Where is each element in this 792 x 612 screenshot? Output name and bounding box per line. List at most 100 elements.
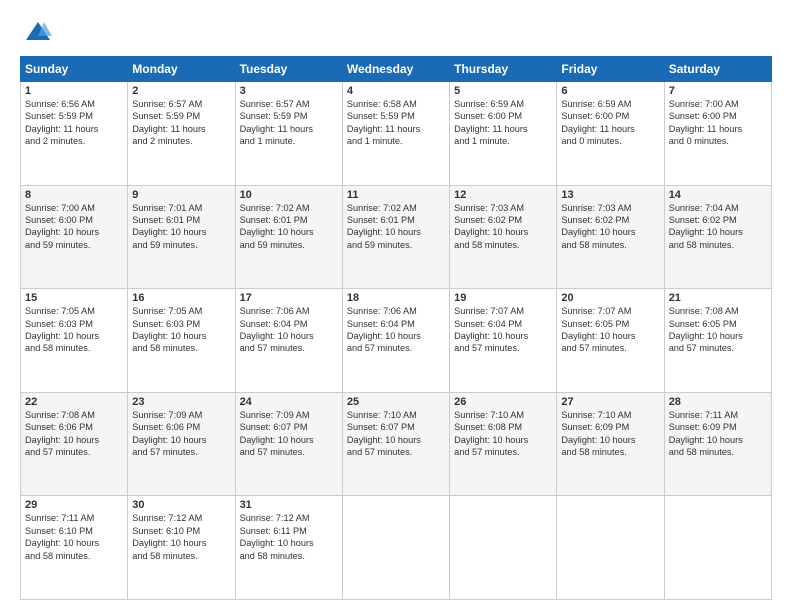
calendar-cell	[450, 496, 557, 600]
day-number: 7	[669, 85, 767, 97]
calendar-cell: 13Sunrise: 7:03 AMSunset: 6:02 PMDayligh…	[557, 185, 664, 289]
calendar-row-0: 1Sunrise: 6:56 AMSunset: 5:59 PMDaylight…	[21, 82, 772, 186]
day-info: Sunrise: 7:10 AMSunset: 6:09 PMDaylight:…	[561, 409, 659, 459]
day-number: 23	[132, 396, 230, 408]
day-info: Sunrise: 7:12 AMSunset: 6:11 PMDaylight:…	[240, 512, 338, 562]
calendar-cell: 16Sunrise: 7:05 AMSunset: 6:03 PMDayligh…	[128, 289, 235, 393]
calendar-row-4: 29Sunrise: 7:11 AMSunset: 6:10 PMDayligh…	[21, 496, 772, 600]
header	[20, 18, 772, 46]
calendar-row-1: 8Sunrise: 7:00 AMSunset: 6:00 PMDaylight…	[21, 185, 772, 289]
day-number: 9	[132, 189, 230, 201]
calendar-cell: 30Sunrise: 7:12 AMSunset: 6:10 PMDayligh…	[128, 496, 235, 600]
calendar-cell: 19Sunrise: 7:07 AMSunset: 6:04 PMDayligh…	[450, 289, 557, 393]
day-number: 24	[240, 396, 338, 408]
calendar-cell: 20Sunrise: 7:07 AMSunset: 6:05 PMDayligh…	[557, 289, 664, 393]
calendar-cell: 18Sunrise: 7:06 AMSunset: 6:04 PMDayligh…	[342, 289, 449, 393]
day-number: 6	[561, 85, 659, 97]
day-number: 27	[561, 396, 659, 408]
calendar-cell: 26Sunrise: 7:10 AMSunset: 6:08 PMDayligh…	[450, 392, 557, 496]
day-info: Sunrise: 7:08 AMSunset: 6:06 PMDaylight:…	[25, 409, 123, 459]
day-number: 8	[25, 189, 123, 201]
day-info: Sunrise: 7:00 AMSunset: 6:00 PMDaylight:…	[25, 202, 123, 252]
calendar-cell: 4Sunrise: 6:58 AMSunset: 5:59 PMDaylight…	[342, 82, 449, 186]
day-info: Sunrise: 7:12 AMSunset: 6:10 PMDaylight:…	[132, 512, 230, 562]
calendar-body: 1Sunrise: 6:56 AMSunset: 5:59 PMDaylight…	[21, 82, 772, 600]
day-info: Sunrise: 7:00 AMSunset: 6:00 PMDaylight:…	[669, 98, 767, 148]
day-number: 25	[347, 396, 445, 408]
calendar-cell: 25Sunrise: 7:10 AMSunset: 6:07 PMDayligh…	[342, 392, 449, 496]
day-info: Sunrise: 7:07 AMSunset: 6:05 PMDaylight:…	[561, 305, 659, 355]
day-number: 22	[25, 396, 123, 408]
day-info: Sunrise: 7:03 AMSunset: 6:02 PMDaylight:…	[454, 202, 552, 252]
calendar-cell: 27Sunrise: 7:10 AMSunset: 6:09 PMDayligh…	[557, 392, 664, 496]
day-number: 18	[347, 292, 445, 304]
calendar-row-2: 15 Sunrise: 7:05 AMSunset: 6:03 PMDayligh…	[21, 289, 772, 393]
calendar-weekday-friday: Friday	[557, 57, 664, 82]
day-info: Sunrise: 6:58 AMSunset: 5:59 PMDaylight:…	[347, 98, 445, 148]
day-number: 31	[240, 499, 338, 511]
day-info: Sunrise: 7:02 AMSunset: 6:01 PMDaylight:…	[347, 202, 445, 252]
day-number: 13	[561, 189, 659, 201]
day-number: 4	[347, 85, 445, 97]
calendar-cell: 9Sunrise: 7:01 AMSunset: 6:01 PMDaylight…	[128, 185, 235, 289]
calendar-cell: 11Sunrise: 7:02 AMSunset: 6:01 PMDayligh…	[342, 185, 449, 289]
calendar-cell: 22Sunrise: 7:08 AMSunset: 6:06 PMDayligh…	[21, 392, 128, 496]
calendar-cell: 10Sunrise: 7:02 AMSunset: 6:01 PMDayligh…	[235, 185, 342, 289]
day-number: 15	[25, 292, 123, 304]
calendar-header-row: SundayMondayTuesdayWednesdayThursdayFrid…	[21, 57, 772, 82]
page: SundayMondayTuesdayWednesdayThursdayFrid…	[0, 0, 792, 612]
day-number: 10	[240, 189, 338, 201]
day-number: 29	[25, 499, 123, 511]
calendar-cell: 6Sunrise: 6:59 AMSunset: 6:00 PMDaylight…	[557, 82, 664, 186]
calendar-weekday-tuesday: Tuesday	[235, 57, 342, 82]
calendar-cell: 7Sunrise: 7:00 AMSunset: 6:00 PMDaylight…	[664, 82, 771, 186]
logo	[20, 18, 52, 46]
day-info: Sunrise: 7:07 AMSunset: 6:04 PMDaylight:…	[454, 305, 552, 355]
day-info: Sunrise: 7:11 AMSunset: 6:09 PMDaylight:…	[669, 409, 767, 459]
day-number: 3	[240, 85, 338, 97]
day-info: Sunrise: 7:02 AMSunset: 6:01 PMDaylight:…	[240, 202, 338, 252]
day-info: Sunrise: 7:09 AMSunset: 6:07 PMDaylight:…	[240, 409, 338, 459]
day-info: Sunrise: 7:05 AMSunset: 6:03 PMDaylight:…	[132, 305, 230, 355]
calendar-cell: 14Sunrise: 7:04 AMSunset: 6:02 PMDayligh…	[664, 185, 771, 289]
day-info: Sunrise: 7:09 AMSunset: 6:06 PMDaylight:…	[132, 409, 230, 459]
calendar-cell: 21Sunrise: 7:08 AMSunset: 6:05 PMDayligh…	[664, 289, 771, 393]
day-number: 28	[669, 396, 767, 408]
day-number: 12	[454, 189, 552, 201]
calendar-cell: 24Sunrise: 7:09 AMSunset: 6:07 PMDayligh…	[235, 392, 342, 496]
day-info: Sunrise: 7:06 AMSunset: 6:04 PMDaylight:…	[240, 305, 338, 355]
day-number: 14	[669, 189, 767, 201]
calendar-cell: 17Sunrise: 7:06 AMSunset: 6:04 PMDayligh…	[235, 289, 342, 393]
day-number: 16	[132, 292, 230, 304]
day-number: 19	[454, 292, 552, 304]
day-number: 21	[669, 292, 767, 304]
day-number: 30	[132, 499, 230, 511]
day-info: Sunrise: 7:11 AMSunset: 6:10 PMDaylight:…	[25, 512, 123, 562]
day-info: Sunrise: 6:57 AMSunset: 5:59 PMDaylight:…	[240, 98, 338, 148]
day-info: Sunrise: 7:06 AMSunset: 6:04 PMDaylight:…	[347, 305, 445, 355]
day-info: Sunrise: 7:04 AMSunset: 6:02 PMDaylight:…	[669, 202, 767, 252]
day-number: 5	[454, 85, 552, 97]
day-info: Sunrise: 7:10 AMSunset: 6:08 PMDaylight:…	[454, 409, 552, 459]
day-number: 26	[454, 396, 552, 408]
day-number: 17	[240, 292, 338, 304]
calendar-cell: 15Sunrise: 7:05 AMSunset: 6:03 PMDayligh…	[21, 289, 128, 393]
day-info: Sunrise: 7:10 AMSunset: 6:07 PMDaylight:…	[347, 409, 445, 459]
day-info: Sunrise: 6:59 AMSunset: 6:00 PMDaylight:…	[561, 98, 659, 148]
calendar-weekday-thursday: Thursday	[450, 57, 557, 82]
calendar-cell: 1Sunrise: 6:56 AMSunset: 5:59 PMDaylight…	[21, 82, 128, 186]
day-number: 11	[347, 189, 445, 201]
calendar-table: SundayMondayTuesdayWednesdayThursdayFrid…	[20, 56, 772, 600]
calendar-weekday-sunday: Sunday	[21, 57, 128, 82]
calendar-cell: 8Sunrise: 7:00 AMSunset: 6:00 PMDaylight…	[21, 185, 128, 289]
day-number: 1	[25, 85, 123, 97]
calendar-cell: 31Sunrise: 7:12 AMSunset: 6:11 PMDayligh…	[235, 496, 342, 600]
calendar-weekday-monday: Monday	[128, 57, 235, 82]
day-number: 2	[132, 85, 230, 97]
logo-icon	[24, 18, 52, 46]
day-info: Sunrise: 6:59 AMSunset: 6:00 PMDaylight:…	[454, 98, 552, 148]
day-info: Sunrise: 7:01 AMSunset: 6:01 PMDaylight:…	[132, 202, 230, 252]
calendar-cell: 12Sunrise: 7:03 AMSunset: 6:02 PMDayligh…	[450, 185, 557, 289]
calendar-cell	[557, 496, 664, 600]
calendar-cell: 28Sunrise: 7:11 AMSunset: 6:09 PMDayligh…	[664, 392, 771, 496]
